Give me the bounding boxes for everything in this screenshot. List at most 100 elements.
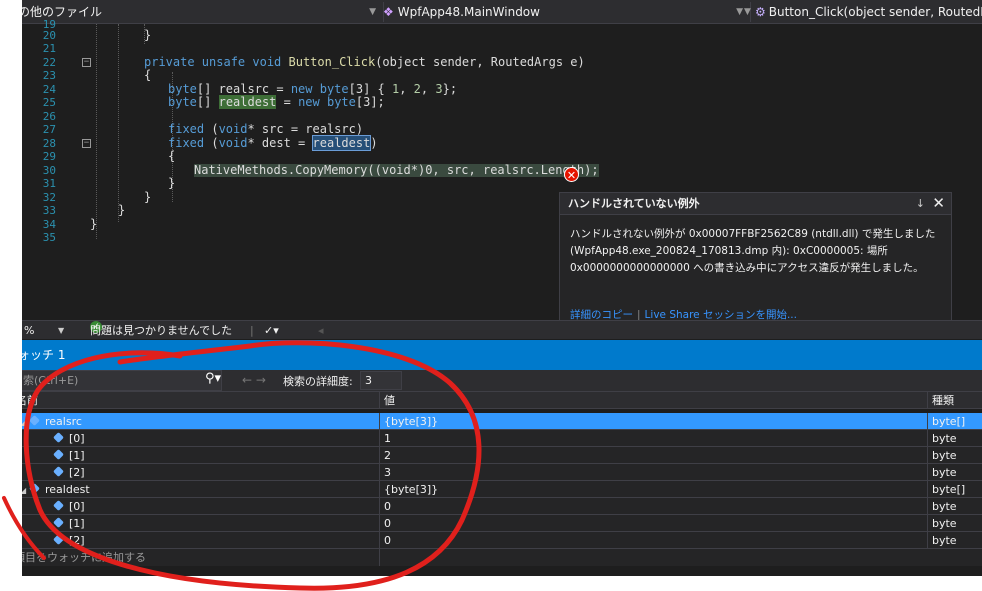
watch-row[interactable]: ◢ realdest {byte[3]} byte[] <box>22 481 982 498</box>
expand-arrow-icon[interactable]: ◢ <box>22 482 30 498</box>
code-token: 3 <box>435 82 443 96</box>
code-line-28: fixed (void* dest = realdest) <box>168 135 378 151</box>
error-icon[interactable]: ✕ <box>564 167 579 182</box>
code-token: [3]; <box>355 95 385 109</box>
watch-grid: 名前 値 種類 ◢ realsrc {byte[3]} byte[] [0] 1 … <box>22 392 982 576</box>
code-line-23: { <box>144 68 152 82</box>
code-token: void <box>218 122 248 136</box>
variable-icon <box>53 466 64 477</box>
collapse-icon[interactable]: − <box>82 139 91 148</box>
column-header-name[interactable]: 名前 <box>22 392 380 409</box>
code-line-32: } <box>144 190 152 204</box>
member-dropdown[interactable]: ⚙ Button_Click(object sender, RoutedEve <box>755 3 982 21</box>
watch-row[interactable]: [2] 3 byte <box>22 464 982 481</box>
exception-title: ハンドルされていない例外 <box>560 193 951 215</box>
watch-value: {byte[3]} <box>380 481 928 498</box>
code-token: private unsafe void <box>144 55 289 69</box>
line-number: 20 <box>42 29 56 42</box>
code-token: * src = realsrc) <box>247 122 364 136</box>
line-number: 29 <box>42 150 56 163</box>
watch-row[interactable]: [2] 0 byte <box>22 532 982 549</box>
code-line-20: } <box>144 28 152 42</box>
line-number: 27 <box>42 123 56 136</box>
code-token: byte <box>168 82 197 96</box>
line-number: 30 <box>42 164 56 177</box>
code-token: (object sender, RoutedArgs e) <box>375 55 585 69</box>
variable-icon <box>29 415 40 426</box>
project-dropdown[interactable]: その他のファイル ▼ <box>22 3 382 21</box>
chevron-down-icon: ▼ <box>369 7 376 17</box>
watch-row[interactable]: [0] 1 byte <box>22 430 982 447</box>
watch-name-cell: [1] <box>22 515 380 532</box>
watch-search-input[interactable]: 索(Ctrl+E) <box>22 370 222 391</box>
exception-message-line: (WpfApp48.exe_200824_170813.dmp 内): 0xC0… <box>570 245 888 257</box>
search-placeholder: 索(Ctrl+E) <box>23 374 79 387</box>
navigation-bar: その他のファイル ▼ ❖WpfApp48.MainWindow ▼ ⚙Butto… <box>22 0 982 24</box>
watch-name: realdest <box>45 483 90 496</box>
indent-guide <box>96 24 97 239</box>
watch-value: 3 <box>380 464 928 481</box>
code-token: fixed <box>168 136 205 150</box>
indent-guide <box>118 24 119 222</box>
watch-type: byte <box>932 500 957 513</box>
expand-arrow-icon[interactable]: ◢ <box>22 414 30 430</box>
variable-icon <box>53 432 64 443</box>
code-line-30-current: NativeMethods.CopyMemory((void*)0, src, … <box>194 163 599 177</box>
watch-name-cell: [1] <box>22 447 380 464</box>
brush-icon[interactable]: ✓▾ <box>264 321 279 340</box>
code-token: [] realsrc = <box>196 82 291 96</box>
code-token: [3] { <box>348 82 392 96</box>
watch-title: ォッチ 1 <box>22 348 66 362</box>
watch-row[interactable]: ◢ realsrc {byte[3]} byte[] <box>22 413 982 430</box>
column-header-type[interactable]: 種類 <box>928 392 982 409</box>
watch-type: byte <box>932 432 957 445</box>
exception-popup: ハンドルされていない例外 ↓ ✕ ハンドルされない例外が 0x00007FFBF… <box>559 192 952 322</box>
pin-icon[interactable]: ↓ <box>916 197 925 210</box>
scroll-left-icon[interactable]: ◂ <box>318 321 324 340</box>
member-label: Button_Click(object sender, RoutedEve <box>768 5 982 19</box>
chevron-down-icon[interactable]: ▼ <box>58 321 64 340</box>
exception-message-line: ハンドルされない例外が 0x00007FFBF2562C89 (ntdll.dl… <box>570 228 936 240</box>
watch-name-cell: [2] <box>22 464 380 481</box>
code-line-22: private unsafe void Button_Click(object … <box>144 56 585 69</box>
code-token-highlight: realdest <box>218 95 277 109</box>
watch-value: 1 <box>380 430 928 447</box>
watch-type: byte <box>932 534 957 547</box>
line-number: 24 <box>42 83 56 96</box>
collapse-icon[interactable]: − <box>82 58 91 67</box>
close-icon[interactable]: ✕ <box>932 194 945 212</box>
watch-name: [1] <box>69 517 85 530</box>
watch-row[interactable]: [0] 0 byte <box>22 498 982 515</box>
add-watch-row[interactable]: 項目をウォッチに追加する <box>22 549 982 566</box>
watch-header-row: 名前 値 種類 <box>22 392 982 409</box>
watch-name: realsrc <box>45 415 82 428</box>
class-label: WpfApp48.MainWindow <box>397 5 540 19</box>
watch-row[interactable]: [1] 0 byte <box>22 515 982 532</box>
column-header-value[interactable]: 値 <box>380 392 928 409</box>
search-nav-arrows[interactable]: ← → <box>242 373 266 387</box>
issues-label: 問題は見つかりませんでした <box>90 324 233 337</box>
visual-studio-window: その他のファイル ▼ ❖WpfApp48.MainWindow ▼ ⚙Butto… <box>22 0 982 576</box>
line-number: 28 <box>42 137 56 150</box>
search-icon[interactable]: ⚲▾ <box>205 371 221 386</box>
line-number-gutter: 19 20 21 22 23 24 25 26 27 28 29 30 31 3… <box>22 18 62 320</box>
code-token: , <box>399 82 414 96</box>
search-depth-input[interactable]: 3 <box>360 371 402 390</box>
code-token: 2 <box>413 82 421 96</box>
line-number: 33 <box>42 204 56 217</box>
line-number: 31 <box>42 177 56 190</box>
watch-name-cell: ◢ realdest <box>22 481 380 498</box>
code-line-33: } <box>118 203 126 217</box>
add-watch-input[interactable]: 項目をウォッチに追加する <box>22 549 380 566</box>
zoom-level[interactable]: % <box>24 321 34 340</box>
watch-tab[interactable]: ォッチ 1 <box>22 340 982 370</box>
code-token: new byte <box>298 95 356 109</box>
watch-search-bar: 索(Ctrl+E) ⚲▾ ← → 検索の詳細度: 3 <box>22 370 982 392</box>
watch-row[interactable]: [1] 2 byte <box>22 447 982 464</box>
variable-icon <box>53 500 64 511</box>
chevron-down-icon: ▼ <box>736 7 743 17</box>
line-number: 22 <box>42 56 56 69</box>
watch-value: 0 <box>380 498 928 515</box>
class-dropdown[interactable]: ❖ WpfApp48.MainWindow ▼ <box>383 3 749 21</box>
watch-name-cell: [2] <box>22 532 380 549</box>
